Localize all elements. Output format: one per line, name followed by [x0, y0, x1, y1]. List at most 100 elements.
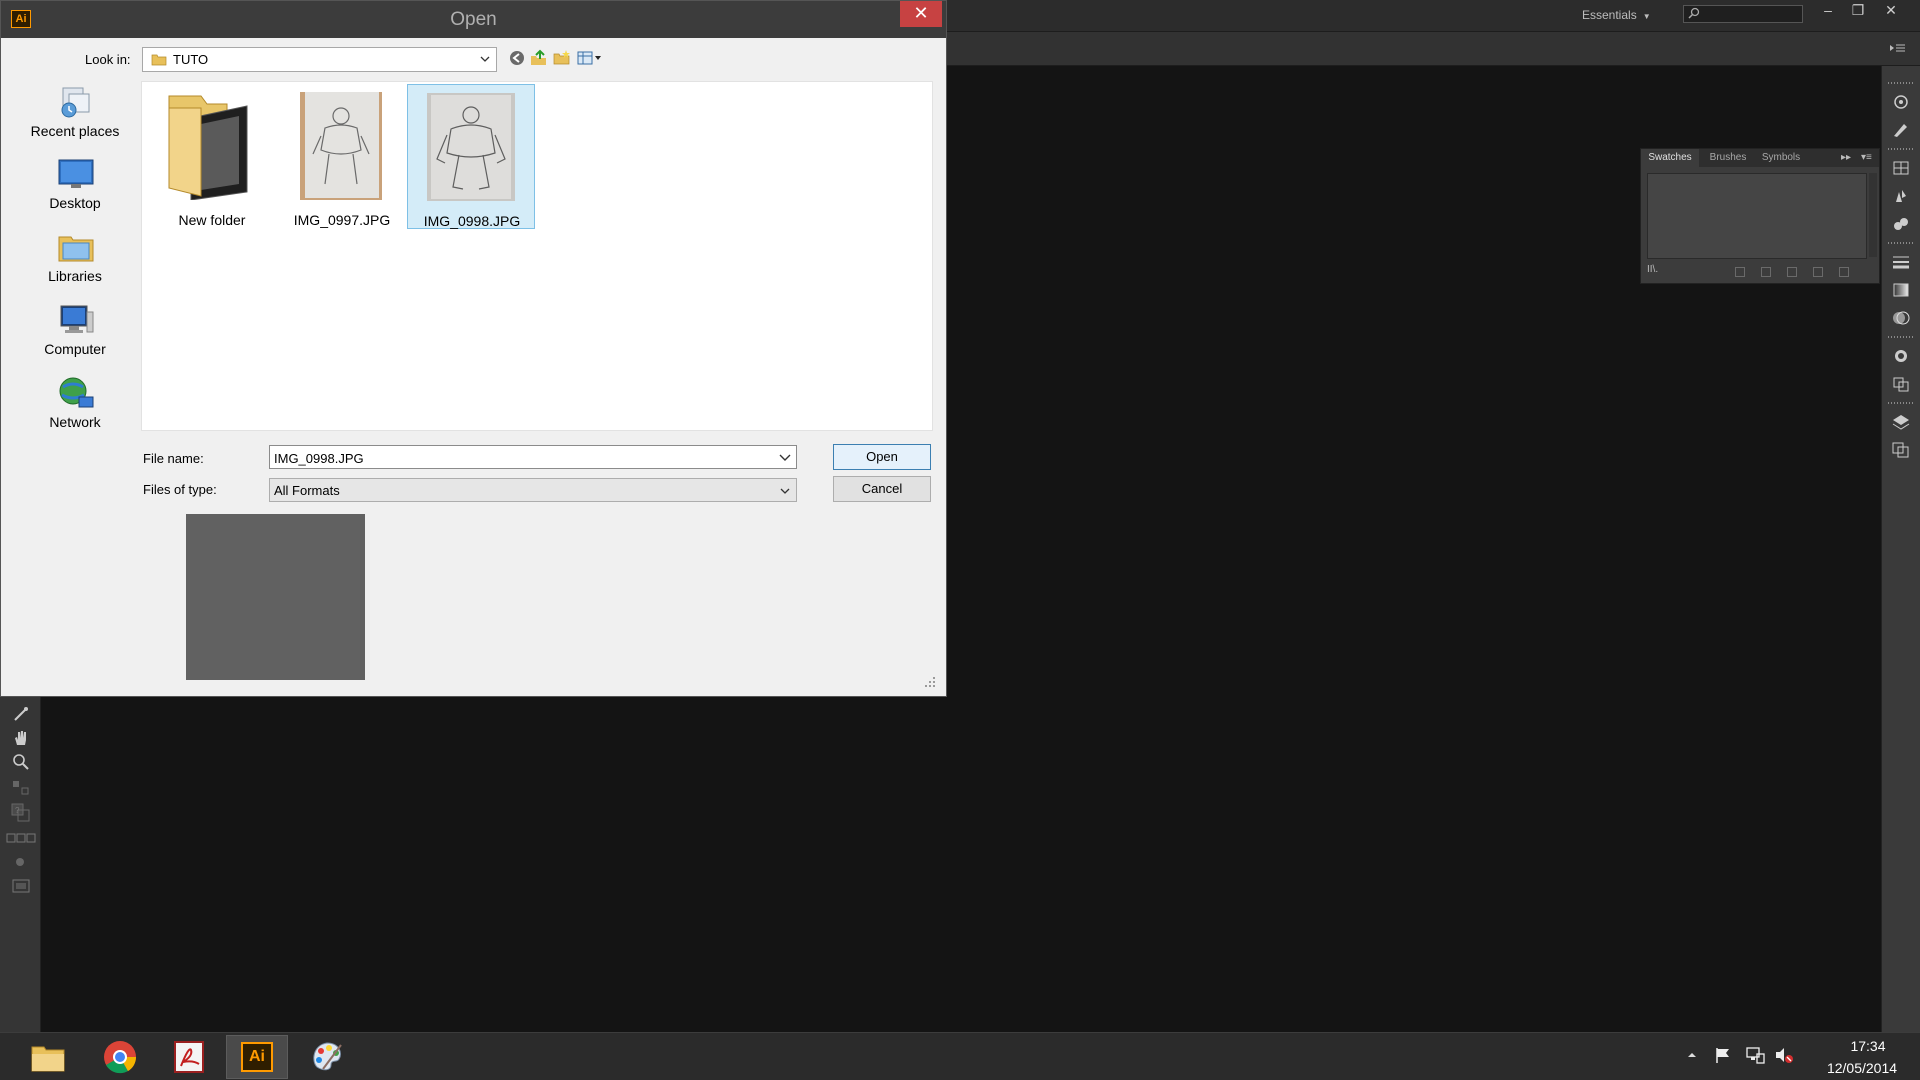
dialog-title: Open — [450, 9, 497, 30]
file-name-input[interactable] — [269, 445, 797, 469]
image-thumbnail-icon — [300, 92, 382, 200]
fill-stroke-swap-icon[interactable] — [10, 778, 32, 798]
minimize-icon: – — [1824, 2, 1832, 18]
new-color-group-icon[interactable] — [1787, 267, 1797, 277]
search-help-input[interactable] — [1683, 5, 1803, 23]
look-in-label: Look in: — [85, 52, 131, 67]
stroke-icon[interactable] — [1890, 252, 1912, 272]
taskbar-illustrator[interactable]: Ai — [226, 1035, 288, 1079]
color-guide-icon[interactable] — [1890, 92, 1912, 112]
tab-swatches[interactable]: Swatches — [1641, 149, 1699, 167]
illustrator-icon: Ai — [241, 1042, 273, 1072]
brushes-icon[interactable] — [1890, 120, 1912, 140]
place-desktop[interactable]: Desktop — [10, 152, 140, 220]
clock-date[interactable]: 12/05/2014 — [1812, 1060, 1912, 1076]
dock-gripper[interactable] — [1888, 336, 1914, 338]
folder-icon — [151, 54, 167, 66]
show-swatch-kinds-icon[interactable] — [1735, 267, 1745, 277]
image-thumbnail-icon — [427, 93, 515, 201]
dock-gripper[interactable] — [1888, 242, 1914, 244]
taskbar-paint[interactable] — [296, 1035, 358, 1079]
artboards-icon[interactable] — [1890, 440, 1912, 460]
desktop-icon — [58, 159, 94, 188]
network-status-icon[interactable] — [1745, 1046, 1765, 1064]
open-file-dialog: Ai Open ✕ Look in: TUTO Recent places De… — [0, 0, 947, 697]
hand-tool-icon[interactable] — [10, 728, 32, 748]
symbols-icon[interactable] — [1890, 186, 1912, 206]
zoom-tool-icon[interactable] — [10, 752, 32, 772]
file-item-img-0998-selected[interactable]: IMG_0998.JPG — [407, 84, 535, 229]
dialog-title-bar[interactable]: Ai Open ✕ — [1, 1, 946, 38]
look-in-dropdown[interactable]: TUTO — [142, 47, 497, 72]
places-bar: Recent places Desktop Libraries Computer… — [10, 80, 140, 498]
transform-icon[interactable] — [1890, 374, 1912, 394]
taskbar-acrobat[interactable] — [158, 1035, 220, 1079]
drawing-mode-icon[interactable] — [10, 852, 32, 872]
screen-mode-icon[interactable] — [10, 876, 32, 896]
graphic-styles-icon[interactable] — [1890, 214, 1912, 234]
minimize-button[interactable]: – — [1813, 0, 1843, 22]
gradient-icon[interactable] — [1890, 280, 1912, 300]
tab-brushes[interactable]: Brushes — [1703, 149, 1753, 167]
dock-gripper[interactable] — [1888, 148, 1914, 150]
transparency-icon[interactable] — [1890, 308, 1912, 328]
place-libraries[interactable]: Libraries — [10, 225, 140, 293]
file-name-history-dropdown[interactable] — [774, 446, 796, 468]
place-label: Computer — [44, 341, 106, 357]
place-recent-places[interactable]: Recent places — [10, 80, 140, 148]
eyedropper-icon[interactable] — [10, 704, 32, 724]
color-mode-icon[interactable] — [6, 828, 36, 848]
panel-tab-strip: Swatches Brushes Symbols ▸▸ ▾≡ — [1641, 149, 1879, 167]
dialog-body: Look in: TUTO Recent places Desktop Libr… — [10, 38, 938, 689]
new-swatch-icon[interactable] — [1813, 267, 1823, 277]
clock-time[interactable]: 17:34 — [1838, 1038, 1898, 1054]
chevron-down-icon — [480, 56, 490, 62]
appearance-icon[interactable] — [1890, 346, 1912, 366]
resize-grip-icon[interactable] — [924, 676, 936, 688]
swatches-footer: II\. — [1641, 261, 1879, 283]
swatch-options-icon[interactable] — [1761, 267, 1771, 277]
place-computer[interactable]: Computer — [10, 298, 140, 366]
taskbar-chrome[interactable] — [88, 1035, 150, 1079]
file-name-label: File name: — [143, 451, 204, 466]
action-center-flag-icon[interactable] — [1713, 1046, 1733, 1064]
swatches-grid[interactable] — [1647, 173, 1867, 259]
dock-gripper[interactable] — [1888, 82, 1914, 84]
place-network[interactable]: Network — [10, 371, 140, 439]
panel-menu-icon[interactable]: ▾≡ — [1861, 149, 1872, 167]
open-button[interactable]: Open — [833, 444, 931, 470]
look-in-value: TUTO — [173, 52, 209, 67]
new-folder-icon[interactable] — [552, 48, 572, 68]
file-list-view[interactable]: New folder IMG_0997.JPG IMG_0998.JPG — [141, 81, 933, 431]
svg-text:?: ? — [15, 806, 20, 815]
dock-gripper[interactable] — [1888, 402, 1914, 404]
panel-menu-icon[interactable] — [1888, 40, 1908, 56]
cancel-button[interactable]: Cancel — [833, 476, 931, 502]
dialog-close-button[interactable]: ✕ — [900, 1, 942, 27]
computer-icon — [60, 305, 94, 333]
workspace-switcher[interactable]: Essentials ▼ — [1582, 5, 1666, 25]
fill-stroke-icon[interactable]: ? — [10, 802, 32, 822]
close-window-button[interactable]: ✕ — [1876, 0, 1906, 22]
chrome-icon — [104, 1041, 137, 1074]
taskbar-file-explorer[interactable] — [16, 1035, 78, 1079]
layers-icon[interactable] — [1890, 412, 1912, 432]
restore-button[interactable]: ❐ — [1843, 0, 1873, 22]
swatch-libraries-icon[interactable]: II\. — [1647, 264, 1658, 275]
collapse-panel-icon[interactable]: ▸▸ — [1841, 149, 1851, 167]
show-hidden-icons-icon[interactable] — [1685, 1048, 1699, 1062]
swatches-scrollbar[interactable] — [1869, 173, 1877, 257]
folder-icon — [168, 95, 248, 200]
file-item-img-0997[interactable]: IMG_0997.JPG — [278, 84, 406, 229]
delete-swatch-icon[interactable] — [1839, 267, 1849, 277]
swatches-icon[interactable] — [1890, 158, 1912, 178]
files-of-type-dropdown[interactable]: All Formats — [269, 478, 797, 502]
file-item-new-folder[interactable]: New folder — [148, 84, 276, 229]
view-menu-icon[interactable] — [576, 48, 604, 68]
back-icon[interactable] — [507, 48, 527, 68]
volume-muted-icon[interactable] — [1774, 1046, 1794, 1064]
up-folder-icon[interactable] — [529, 48, 549, 68]
workspace-label: Essentials — [1582, 8, 1637, 22]
tab-symbols[interactable]: Symbols — [1755, 149, 1807, 167]
recent-places-icon — [61, 87, 90, 118]
